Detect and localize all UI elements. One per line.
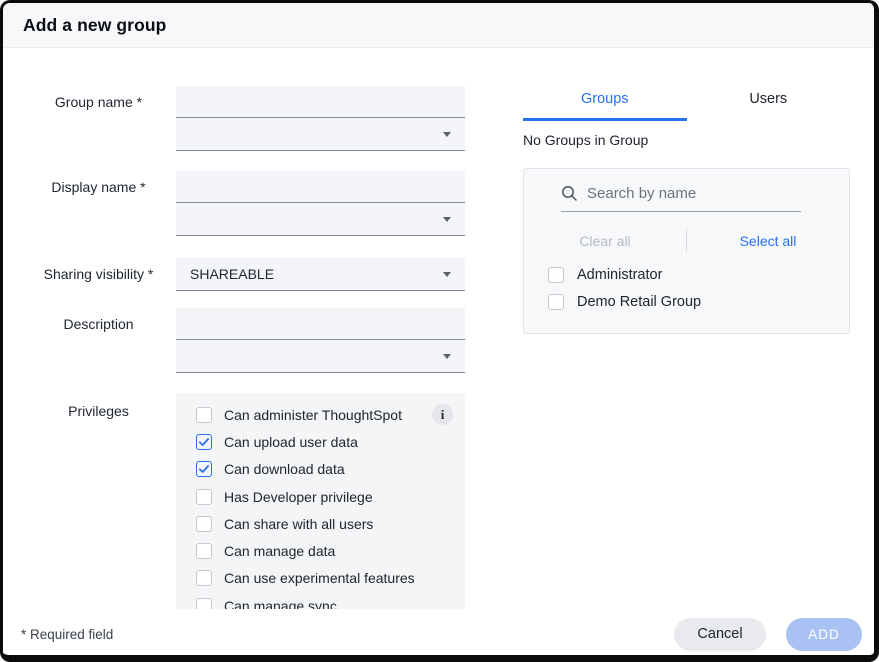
- option-checkbox[interactable]: [548, 267, 564, 283]
- privilege-checkbox[interactable]: [196, 543, 212, 559]
- select-field[interactable]: [176, 340, 465, 373]
- form-row-group-name: Group name *: [3, 86, 465, 151]
- tab-groups[interactable]: Groups: [523, 89, 687, 121]
- search-icon: [561, 185, 578, 202]
- field-label: Group name *: [3, 86, 176, 151]
- form-row-display-name: Display name *: [3, 171, 465, 236]
- option-label: Demo Retail Group: [577, 294, 701, 310]
- field-cell: [176, 86, 465, 151]
- search-row: [561, 185, 801, 212]
- field-label: Description: [3, 308, 176, 373]
- privileges-row: Privileges Can administer ThoughtSpot i …: [3, 393, 465, 609]
- privilege-checkbox[interactable]: [196, 570, 212, 586]
- privilege-label: Can manage sync: [224, 598, 337, 609]
- dialog-body: Group name * Display name * Sharing visi…: [3, 48, 874, 609]
- dialog-header: Add a new group: [3, 3, 874, 48]
- privilege-row-has-developer-privilege: Has Developer privilege i: [176, 483, 465, 510]
- form-row-description: Description: [3, 308, 465, 373]
- membership-section: GroupsUsers No Groups in Group Clear all…: [523, 48, 850, 609]
- chevron-down-icon: [443, 132, 451, 137]
- add-button[interactable]: ADD: [786, 618, 862, 651]
- privilege-checkbox[interactable]: [196, 461, 212, 477]
- privilege-checkbox[interactable]: [196, 598, 212, 609]
- chevron-down-icon: [443, 217, 451, 222]
- field-cell: [176, 308, 465, 373]
- clear-all-button[interactable]: Clear all: [524, 233, 686, 249]
- select-field[interactable]: [176, 118, 465, 151]
- privilege-label: Can download data: [224, 461, 345, 477]
- select-all-button[interactable]: Select all: [687, 233, 849, 249]
- group-name-input[interactable]: [176, 86, 465, 118]
- list-item-administrator: Administrator: [548, 267, 849, 283]
- form-row-sharing-visibility: Sharing visibility * SHAREABLE: [3, 258, 465, 291]
- page-title: Add a new group: [23, 15, 166, 36]
- list-item-demo-retail-group: Demo Retail Group: [548, 294, 849, 310]
- bulk-actions-row: Clear all Select all: [524, 229, 849, 252]
- privilege-row-can-administer-thoughtspot: Can administer ThoughtSpot i: [176, 401, 465, 428]
- select-field[interactable]: [176, 203, 465, 236]
- search-input[interactable]: [587, 185, 801, 202]
- chevron-down-icon: [443, 272, 451, 277]
- privilege-checkbox[interactable]: [196, 407, 212, 423]
- chevron-down-icon: [443, 354, 451, 359]
- tab-users[interactable]: Users: [687, 89, 851, 121]
- privilege-checkbox[interactable]: [196, 434, 212, 450]
- privilege-label: Has Developer privilege: [224, 489, 373, 505]
- membership-tabs: GroupsUsers: [523, 89, 850, 121]
- group-form: Group name * Display name * Sharing visi…: [3, 48, 465, 609]
- privilege-checkbox[interactable]: [196, 516, 212, 532]
- add-group-dialog: Add a new group Group name * Display nam…: [0, 0, 879, 662]
- select-value: SHAREABLE: [190, 266, 274, 282]
- privilege-row-can-manage-sync: Can manage sync i: [176, 592, 465, 609]
- privilege-row-can-manage-data: Can manage data i: [176, 537, 465, 564]
- field-cell: SHAREABLE: [176, 258, 465, 291]
- privileges-label: Privileges: [3, 393, 176, 609]
- field-cell: [176, 171, 465, 236]
- info-icon[interactable]: i: [432, 404, 453, 425]
- required-field-note: * Required field: [21, 627, 113, 642]
- empty-state-message: No Groups in Group: [523, 132, 850, 148]
- option-label: Administrator: [577, 267, 662, 283]
- member-picker-panel: Clear all Select all Administrator Demo …: [523, 168, 850, 334]
- privilege-row-can-share-with-all-users: Can share with all users i: [176, 510, 465, 537]
- option-checkbox[interactable]: [548, 294, 564, 310]
- privilege-label: Can manage data: [224, 543, 335, 559]
- sharing-visibility-select[interactable]: SHAREABLE: [176, 258, 465, 291]
- privilege-row-can-download-data: Can download data i: [176, 456, 465, 483]
- privilege-label: Can use experimental features: [224, 570, 415, 586]
- cancel-button[interactable]: Cancel: [674, 618, 766, 651]
- privileges-panel: Can administer ThoughtSpot i Can upload …: [176, 393, 465, 609]
- privilege-row-can-upload-user-data: Can upload user data i: [176, 428, 465, 455]
- dialog-footer: * Required field Cancel ADD: [3, 609, 874, 655]
- privilege-checkbox[interactable]: [196, 489, 212, 505]
- field-label: Display name *: [3, 171, 176, 236]
- privilege-label: Can administer ThoughtSpot: [224, 407, 402, 423]
- privilege-label: Can upload user data: [224, 434, 358, 450]
- description-input[interactable]: [176, 308, 465, 340]
- privilege-row-can-use-experimental-features: Can use experimental features i: [176, 565, 465, 592]
- field-label: Sharing visibility *: [3, 258, 176, 291]
- privilege-label: Can share with all users: [224, 516, 373, 532]
- display-name-input[interactable]: [176, 171, 465, 203]
